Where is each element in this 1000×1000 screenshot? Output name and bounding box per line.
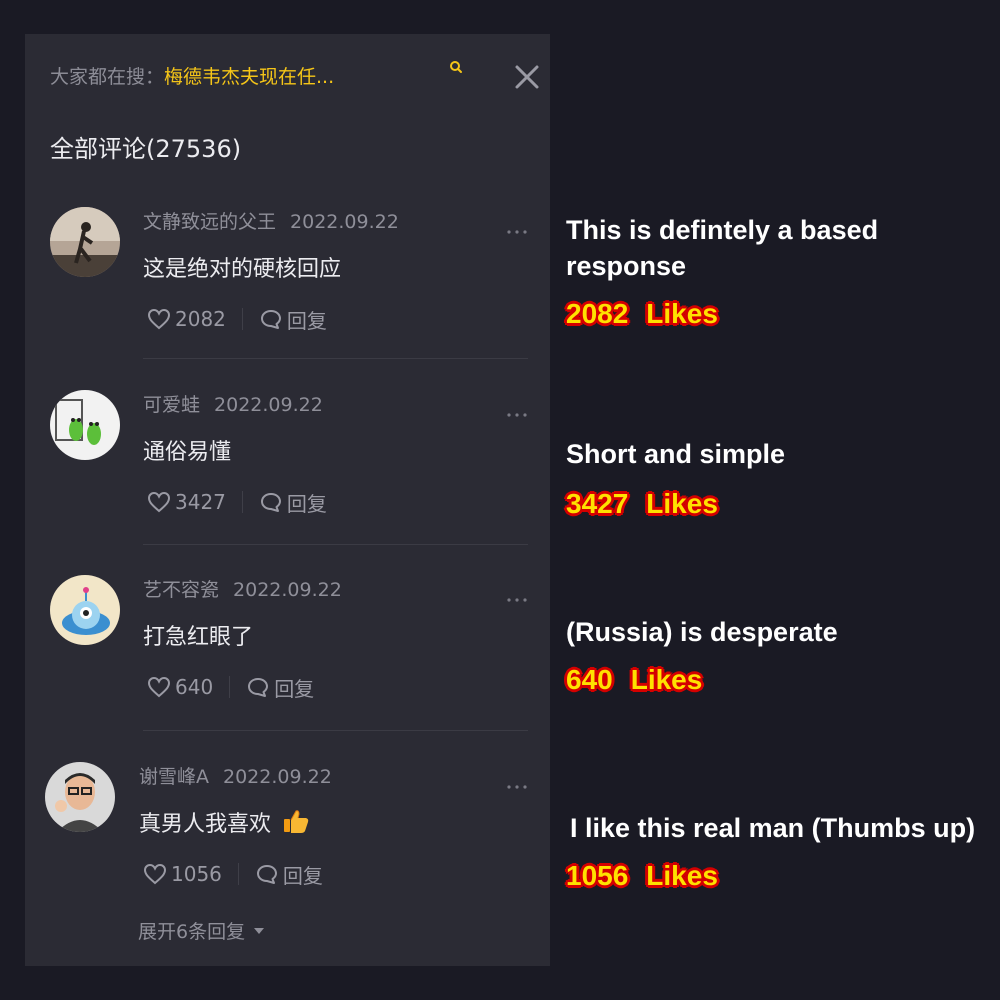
reply-bubble-icon xyxy=(260,493,281,512)
like-button[interactable]: 640 xyxy=(147,675,213,699)
like-button[interactable]: 3427 xyxy=(147,490,226,514)
annotation-likes-label: Likes xyxy=(646,860,718,891)
reply-button[interactable]: 回复 xyxy=(246,673,314,702)
trending-search-bar[interactable]: 大家都在搜：梅德韦杰夫现在任... xyxy=(50,60,530,92)
comments-panel: 大家都在搜：梅德韦杰夫现在任... 全部评论(27536) 文静致远的父王 202… xyxy=(25,34,550,966)
comment-item: 文静致远的父王 2022.09.22 这是绝对的硬核回应 2082 回复 xyxy=(25,207,550,393)
annotation-likes-label: Likes xyxy=(646,488,718,519)
comment-text-content: 真男人我喜欢 xyxy=(139,812,272,837)
comment-text: 打急红眼了 xyxy=(143,625,254,650)
like-button[interactable]: 2082 xyxy=(147,307,226,331)
expand-replies-label: 展开6条回复 xyxy=(138,921,246,943)
action-separator xyxy=(237,863,239,885)
comment-text: 这是绝对的硬核回应 xyxy=(143,257,342,282)
comment-item: 谢雪峰A 2022.09.22 真男人我喜欢 1056 回复 xyxy=(25,762,550,948)
avatar[interactable] xyxy=(50,390,120,460)
annotation-text: This is defintely a based response xyxy=(566,215,879,281)
annotation-likes-label: Likes xyxy=(646,298,718,329)
annotation-likes-count: 1056 xyxy=(566,860,629,891)
comment-text: 真男人我喜欢 xyxy=(139,806,310,838)
comment-username[interactable]: 谢雪峰A 2022.09.22 xyxy=(139,762,332,789)
comment-date: 2022.09.22 xyxy=(290,211,399,233)
reply-label: 回复 xyxy=(274,676,315,701)
action-separator xyxy=(241,308,243,330)
annotation-likes: 3427 Likes xyxy=(566,488,986,520)
annotation: Short and simple 3427 Likes xyxy=(566,436,986,520)
username-text: 文静致远的父王 xyxy=(143,211,277,233)
search-term-link[interactable]: 梅德韦杰夫现在任... xyxy=(164,66,334,88)
more-options-icon[interactable] xyxy=(505,595,529,605)
like-button[interactable]: 1056 xyxy=(143,862,222,886)
avatar[interactable] xyxy=(50,207,120,277)
reply-bubble-icon xyxy=(256,865,277,884)
comment-date: 2022.09.22 xyxy=(223,766,332,788)
close-icon[interactable] xyxy=(514,64,540,90)
comment-username[interactable]: 可爱蛙 2022.09.22 xyxy=(143,390,323,417)
thumbs-up-icon xyxy=(284,810,309,833)
annotation-text: Short and simple xyxy=(566,439,786,469)
annotation-likes-label: Likes xyxy=(630,664,703,695)
reply-button[interactable]: 回复 xyxy=(255,860,323,889)
annotation-likes: 640 Likes xyxy=(566,664,986,696)
username-text: 艺不容瓷 xyxy=(143,579,220,601)
heart-icon xyxy=(147,491,171,513)
comment-date: 2022.09.22 xyxy=(233,579,342,601)
username-text: 可爱蛙 xyxy=(143,394,201,416)
annotation-likes: 2082 Likes xyxy=(566,298,986,330)
reply-label: 回复 xyxy=(286,491,327,516)
avatar[interactable] xyxy=(50,575,120,645)
comment-item: 可爱蛙 2022.09.22 通俗易懂 3427 回复 xyxy=(25,390,550,576)
comment-actions: 2082 回复 xyxy=(147,305,327,333)
heart-icon xyxy=(147,308,171,330)
more-options-icon[interactable] xyxy=(505,227,529,237)
heart-icon xyxy=(147,676,171,698)
like-count: 2082 xyxy=(175,307,226,331)
reply-bubble-icon xyxy=(248,678,269,697)
caret-down-icon xyxy=(254,927,265,934)
action-separator xyxy=(241,491,243,513)
annotation: I like this real man (Thumbs up) 1056 Lik… xyxy=(566,810,990,892)
comment-divider xyxy=(143,358,528,359)
comment-actions: 1056 回复 xyxy=(143,860,323,888)
more-options-icon[interactable] xyxy=(505,782,529,792)
like-count: 640 xyxy=(175,675,214,699)
comment-date: 2022.09.22 xyxy=(214,394,323,416)
comment-divider xyxy=(143,730,528,731)
comment-text: 通俗易懂 xyxy=(143,440,232,465)
heart-icon xyxy=(143,863,167,885)
comment-divider xyxy=(143,544,528,545)
annotation-likes-count: 3427 xyxy=(566,488,629,519)
search-icon[interactable] xyxy=(448,60,464,76)
comment-actions: 640 回复 xyxy=(147,673,314,701)
reply-label: 回复 xyxy=(286,308,327,333)
expand-replies-button[interactable]: 展开6条回复 xyxy=(138,917,265,944)
annotation-likes-count: 2082 xyxy=(566,298,629,329)
reply-bubble-icon xyxy=(260,310,281,329)
comment-username[interactable]: 艺不容瓷 2022.09.22 xyxy=(143,575,342,602)
annotation: This is defintely a based response 2082 L… xyxy=(566,212,986,330)
annotation-likes-count: 640 xyxy=(566,664,613,695)
like-count: 1056 xyxy=(171,862,222,886)
annotation: (Russia) is desperate 640 Likes xyxy=(566,614,986,696)
annotation-likes: 1056 Likes xyxy=(566,860,990,892)
comment-actions: 3427 回复 xyxy=(147,488,327,516)
action-separator xyxy=(229,676,231,698)
username-text: 谢雪峰A xyxy=(139,766,209,788)
reply-label: 回复 xyxy=(282,863,323,888)
search-prefix: 大家都在搜： xyxy=(50,66,165,88)
comments-count-title: 全部评论(27536) xyxy=(50,135,242,163)
comment-item: 艺不容瓷 2022.09.22 打急红眼了 640 回复 xyxy=(25,575,550,761)
reply-button[interactable]: 回复 xyxy=(259,488,327,517)
annotation-text: I like this real man (Thumbs up) xyxy=(570,813,976,843)
comment-username[interactable]: 文静致远的父王 2022.09.22 xyxy=(143,207,399,234)
annotation-text: (Russia) is desperate xyxy=(566,617,838,647)
like-count: 3427 xyxy=(175,490,226,514)
avatar[interactable] xyxy=(45,762,115,832)
more-options-icon[interactable] xyxy=(505,410,529,420)
reply-button[interactable]: 回复 xyxy=(259,305,327,334)
